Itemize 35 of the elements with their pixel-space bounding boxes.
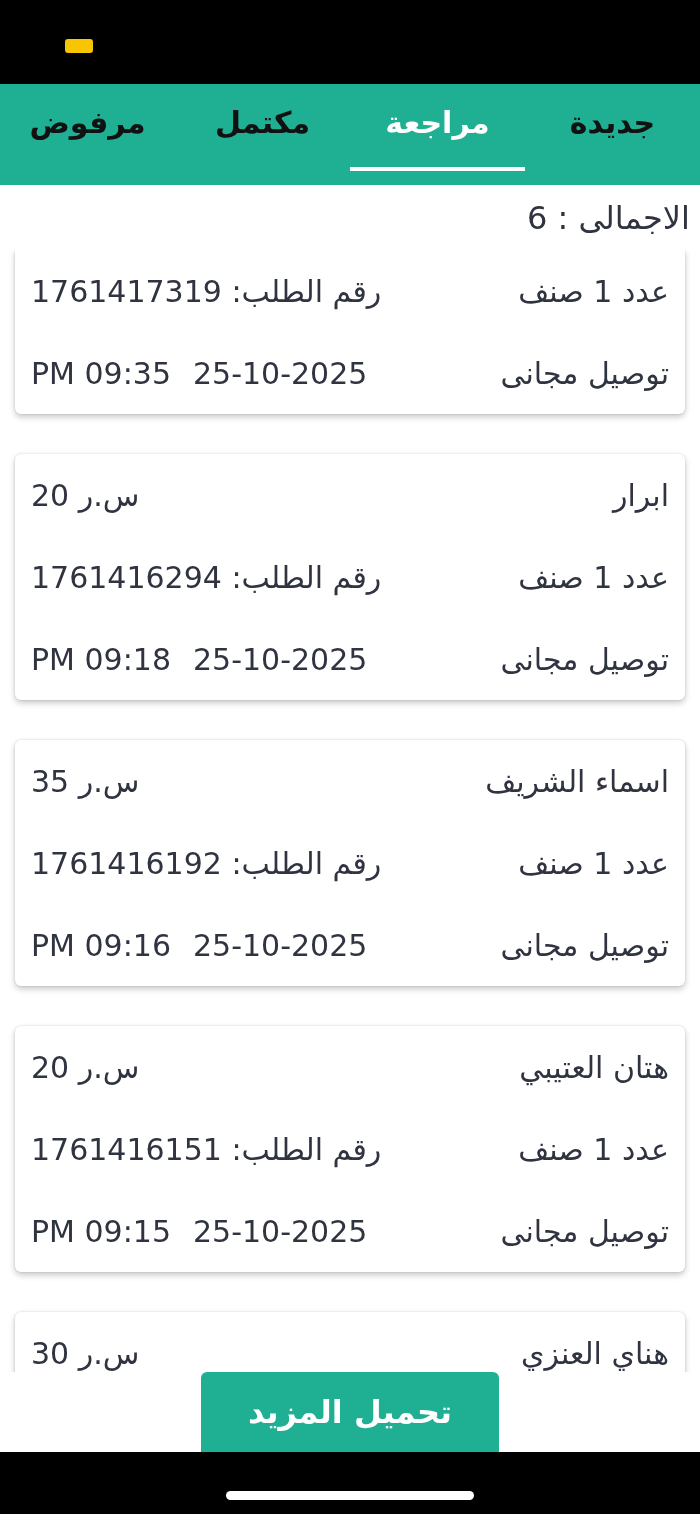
order-date: 25-10-2025 — [192, 355, 368, 391]
home-indicator[interactable] — [226, 1491, 474, 1500]
order-card[interactable]: هناي العنزي 30 ر.س — [15, 1312, 685, 1372]
order-time: PM 09:35 — [31, 355, 171, 391]
order-number: رقم الطلب: 1761416151 — [31, 1131, 382, 1167]
order-price: 20 ر.س — [31, 477, 140, 513]
order-number: رقم الطلب: 1761416192 — [31, 845, 382, 881]
order-price: 20 ر.س — [31, 1049, 140, 1085]
item-count: عدد 1 صنف — [518, 1131, 669, 1167]
order-number: رقم الطلب: 1761416294 — [31, 559, 382, 595]
order-time: PM 09:18 — [31, 641, 171, 677]
item-count: عدد 1 صنف — [518, 273, 669, 309]
customer-name: هناي العنزي — [520, 1335, 669, 1371]
tab[interactable]: مرفوض — [0, 84, 175, 171]
total-count: الاجمالى : 6 — [526, 198, 690, 237]
status-indicator-icon — [65, 39, 93, 53]
item-count: عدد 1 صنف — [518, 845, 669, 881]
order-number: رقم الطلب: 1761417319 — [31, 273, 382, 309]
customer-name: اسماء الشريف — [485, 763, 669, 799]
customer-name: هتان العتيبي — [519, 1049, 669, 1085]
delivery-type: توصيل مجانى — [500, 1213, 669, 1249]
order-price: 35 ر.س — [31, 763, 140, 799]
delivery-type: توصيل مجانى — [500, 355, 669, 391]
tab[interactable]: جديدة — [525, 84, 700, 171]
item-count: عدد 1 صنف — [518, 559, 669, 595]
order-price: 30 ر.س — [31, 1335, 140, 1371]
customer-name: ابرار — [612, 477, 669, 513]
order-date: 25-10-2025 — [192, 641, 368, 677]
order-time: PM 09:16 — [31, 927, 171, 963]
delivery-type: توصيل مجانى — [500, 641, 669, 677]
delivery-type: توصيل مجانى — [500, 927, 669, 963]
tab[interactable]: مكتمل — [175, 84, 350, 171]
order-time: PM 09:15 — [31, 1213, 171, 1249]
order-date: 25-10-2025 — [192, 1213, 368, 1249]
order-date: 25-10-2025 — [192, 927, 368, 963]
